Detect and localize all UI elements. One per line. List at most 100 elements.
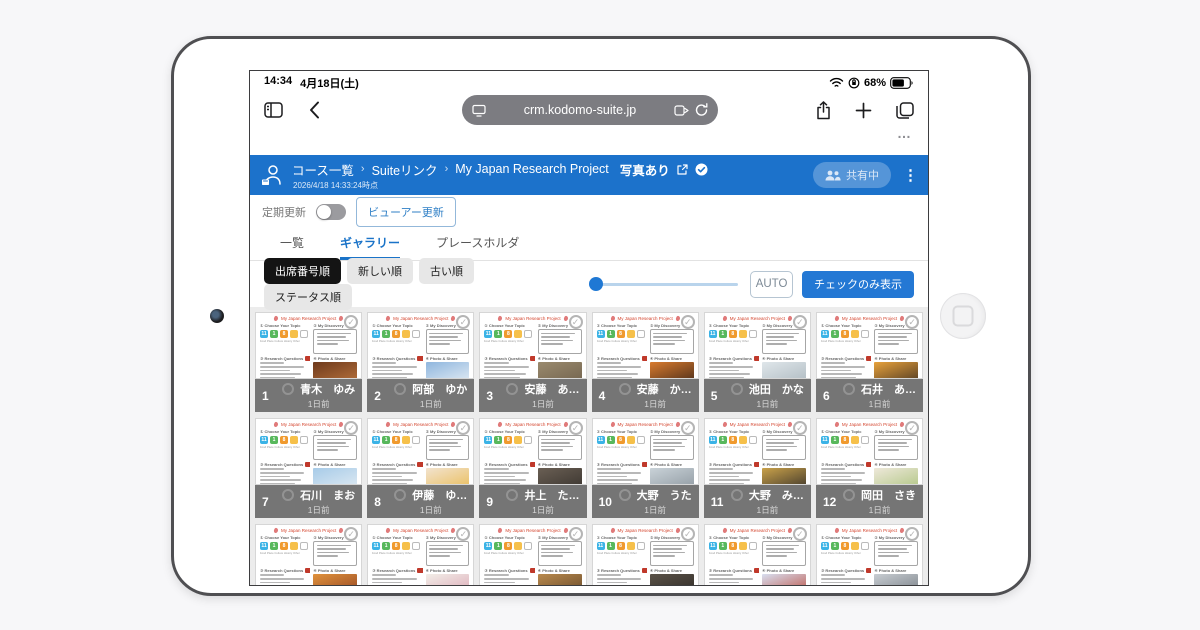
- worksheet-preview[interactable]: ✓ My Japan Research Project ① Choose You…: [816, 312, 923, 379]
- size-slider[interactable]: [589, 277, 738, 291]
- worksheet-preview[interactable]: ✓ My Japan Research Project ① Choose You…: [704, 524, 811, 586]
- show-checked-only-button[interactable]: チェックのみ表示: [802, 271, 914, 298]
- student-card[interactable]: ✓ My Japan Research Project ① Choose You…: [367, 524, 474, 586]
- student-card[interactable]: ✓ My Japan Research Project ① Choose You…: [367, 418, 474, 518]
- card-footer[interactable]: 9 井上 た… 1日前: [479, 485, 586, 518]
- battery-percent: 68%: [864, 77, 886, 89]
- breadcrumb-item[interactable]: Suiteリンク: [372, 160, 438, 179]
- discovery-textbox: [313, 329, 357, 354]
- worksheet-preview[interactable]: ✓ My Japan Research Project ① Choose You…: [592, 524, 699, 586]
- slider-knob[interactable]: [589, 277, 603, 291]
- student-card[interactable]: ✓ My Japan Research Project ① Choose You…: [479, 418, 586, 518]
- student-card[interactable]: ✓ My Japan Research Project ① Choose You…: [816, 418, 923, 518]
- card-footer[interactable]: 4 安藤 か… 1日前: [592, 379, 699, 412]
- card-footer[interactable]: 1 青木 ゆみ 1日前: [255, 379, 362, 412]
- slider-track[interactable]: [589, 283, 738, 286]
- external-link-icon[interactable]: [677, 164, 688, 175]
- breadcrumb-item[interactable]: コース一覧: [292, 160, 354, 179]
- student-card[interactable]: ✓ My Japan Research Project ① Choose You…: [592, 312, 699, 412]
- student-card[interactable]: ✓ My Japan Research Project ① Choose You…: [255, 418, 362, 518]
- topic-tile: 11: [821, 330, 829, 338]
- auto-button[interactable]: AUTO: [750, 271, 793, 298]
- site-view-icon[interactable]: [472, 104, 486, 117]
- worksheet-preview[interactable]: ✓ My Japan Research Project ① Choose You…: [592, 418, 699, 485]
- student-card[interactable]: ✓ My Japan Research Project ① Choose You…: [479, 312, 586, 412]
- tab-item[interactable]: 一覧: [280, 234, 304, 260]
- address-bar[interactable]: crm.kodomo-suite.jp: [462, 95, 718, 125]
- student-card[interactable]: ✓ My Japan Research Project ① Choose You…: [704, 312, 811, 412]
- card-footer[interactable]: 12 岡田 さき 1日前: [816, 485, 923, 518]
- student-card[interactable]: ✓ My Japan Research Project ① Choose You…: [479, 524, 586, 586]
- share-icon[interactable]: [816, 101, 831, 120]
- topic-tile: [402, 436, 410, 444]
- reload-icon[interactable]: [695, 103, 708, 117]
- tab-overview-icon[interactable]: [896, 102, 914, 119]
- section-questions-label: ③ Research Questions: [260, 462, 310, 467]
- student-card[interactable]: ✓ My Japan Research Project ① Choose You…: [704, 524, 811, 586]
- worksheet-preview[interactable]: ✓ My Japan Research Project ① Choose You…: [255, 418, 362, 485]
- student-name: 大野 うた: [637, 487, 692, 503]
- back-icon[interactable]: [309, 101, 320, 119]
- card-check-icon[interactable]: ✓: [793, 527, 807, 541]
- student-card[interactable]: ✓ My Japan Research Project ① Choose You…: [816, 524, 923, 586]
- card-check-icon[interactable]: ✓: [569, 421, 583, 435]
- card-footer[interactable]: 6 石井 あ… 1日前: [816, 379, 923, 412]
- home-button[interactable]: [940, 293, 986, 339]
- card-footer[interactable]: 3 安藤 あ… 1日前: [479, 379, 586, 412]
- url-text[interactable]: crm.kodomo-suite.jp: [492, 103, 668, 117]
- worksheet-preview[interactable]: ✓ My Japan Research Project ① Choose You…: [479, 524, 586, 586]
- worksheet-preview[interactable]: ✓ My Japan Research Project ① Choose You…: [367, 524, 474, 586]
- card-check-icon[interactable]: ✓: [681, 421, 695, 435]
- breadcrumb-item[interactable]: My Japan Research Project: [455, 162, 609, 176]
- worksheet-preview[interactable]: ✓ My Japan Research Project ① Choose You…: [816, 524, 923, 586]
- new-tab-icon[interactable]: [855, 102, 872, 119]
- card-footer[interactable]: 7 石川 まお 1日前: [255, 485, 362, 518]
- discovery-textbox: [650, 435, 694, 460]
- tab-item[interactable]: プレースホルダ: [436, 234, 519, 260]
- worksheet-preview[interactable]: ✓ My Japan Research Project ① Choose You…: [479, 312, 586, 379]
- student-card[interactable]: ✓ My Japan Research Project ① Choose You…: [367, 312, 474, 412]
- worksheet-preview[interactable]: ✓ My Japan Research Project ① Choose You…: [367, 418, 474, 485]
- sort-chip[interactable]: 出席番号順: [264, 258, 341, 284]
- card-check-icon[interactable]: ✓: [569, 527, 583, 541]
- page-overflow-dots[interactable]: …: [250, 129, 928, 143]
- worksheet-preview[interactable]: ✓ My Japan Research Project ① Choose You…: [704, 418, 811, 485]
- sort-chip[interactable]: 古い順: [419, 258, 474, 284]
- student-name: 安藤 か…: [637, 381, 692, 397]
- card-footer[interactable]: 2 阿部 ゆか 1日前: [367, 379, 474, 412]
- sort-chip[interactable]: 新しい順: [347, 258, 413, 284]
- student-card[interactable]: ✓ My Japan Research Project ① Choose You…: [255, 312, 362, 412]
- worksheet-preview[interactable]: ✓ My Japan Research Project ① Choose You…: [367, 312, 474, 379]
- card-footer[interactable]: 8 伊藤 ゆ… 1日前: [367, 485, 474, 518]
- tab-active[interactable]: ギャラリー: [340, 234, 400, 260]
- kebab-menu-icon[interactable]: ⋮: [903, 166, 918, 184]
- flower-icon: [899, 315, 904, 321]
- card-footer[interactable]: 5 池田 かな 1日前: [704, 379, 811, 412]
- periodic-update-toggle[interactable]: [316, 204, 346, 220]
- sort-chip[interactable]: ステータス順: [264, 284, 352, 310]
- student-card[interactable]: ✓ My Japan Research Project ① Choose You…: [816, 312, 923, 412]
- sharing-status-button[interactable]: 共有中: [813, 162, 891, 188]
- card-footer[interactable]: 11 大野 み… 1日前: [704, 485, 811, 518]
- card-check-icon[interactable]: ✓: [569, 315, 583, 329]
- card-check-icon[interactable]: ✓: [793, 315, 807, 329]
- card-check-icon[interactable]: ✓: [793, 421, 807, 435]
- card-footer[interactable]: 10 大野 うた 1日前: [592, 485, 699, 518]
- worksheet-preview[interactable]: ✓ My Japan Research Project ① Choose You…: [816, 418, 923, 485]
- extensions-icon[interactable]: [674, 104, 689, 117]
- worksheet-preview[interactable]: ✓ My Japan Research Project ① Choose You…: [592, 312, 699, 379]
- flower-icon: [451, 527, 456, 533]
- flower-icon: [498, 421, 503, 427]
- student-card[interactable]: ✓ My Japan Research Project ① Choose You…: [592, 418, 699, 518]
- worksheet-preview[interactable]: ✓ My Japan Research Project ① Choose You…: [255, 312, 362, 379]
- card-check-icon[interactable]: ✓: [681, 527, 695, 541]
- student-card[interactable]: ✓ My Japan Research Project ① Choose You…: [704, 418, 811, 518]
- worksheet-preview[interactable]: ✓ My Japan Research Project ① Choose You…: [704, 312, 811, 379]
- worksheet-preview[interactable]: ✓ My Japan Research Project ① Choose You…: [255, 524, 362, 586]
- viewer-update-button[interactable]: ビューアー更新: [356, 197, 456, 227]
- card-check-icon[interactable]: ✓: [681, 315, 695, 329]
- student-card[interactable]: ✓ My Japan Research Project ① Choose You…: [255, 524, 362, 586]
- sidebar-toggle-icon[interactable]: [264, 102, 283, 118]
- worksheet-preview[interactable]: ✓ My Japan Research Project ① Choose You…: [479, 418, 586, 485]
- student-card[interactable]: ✓ My Japan Research Project ① Choose You…: [592, 524, 699, 586]
